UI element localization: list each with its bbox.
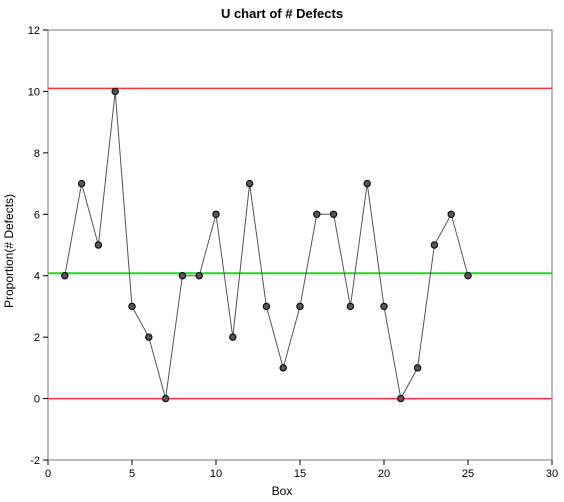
data-point	[162, 395, 168, 401]
data-point	[297, 303, 303, 309]
data-point	[448, 211, 454, 217]
y-tick-label: 2	[34, 332, 40, 344]
x-tick-label: 10	[210, 468, 222, 480]
y-tick-label: 6	[34, 209, 40, 221]
data-point	[112, 88, 118, 94]
plot-area: -2 0 2 4 6 8 10 12 0 5 10 15 20 25 30	[0, 0, 564, 502]
data-point	[381, 303, 387, 309]
data-point	[179, 273, 185, 279]
data-point	[146, 334, 152, 340]
data-point	[246, 180, 252, 186]
data-point	[62, 273, 68, 279]
data-point	[465, 273, 471, 279]
y-tick-label: 10	[28, 86, 40, 98]
y-tick-label: 12	[28, 25, 40, 37]
x-tick-label: 25	[462, 468, 474, 480]
x-tick-label: 20	[378, 468, 390, 480]
x-tick-label: 15	[294, 468, 306, 480]
data-point	[196, 273, 202, 279]
data-point	[398, 395, 404, 401]
x-tick-label: 0	[45, 468, 51, 480]
y-tick-label: 4	[34, 271, 40, 283]
x-tick-label: 30	[546, 468, 558, 480]
y-tick-label: 8	[34, 148, 40, 160]
data-point	[78, 180, 84, 186]
data-point	[263, 303, 269, 309]
data-point	[314, 211, 320, 217]
data-point	[330, 211, 336, 217]
x-tick-label: 5	[129, 468, 135, 480]
data-point	[95, 242, 101, 248]
y-tick-label: 0	[34, 394, 40, 406]
u-chart-container: U chart of # Defects Proportion(# Defect…	[0, 0, 564, 502]
data-point	[129, 303, 135, 309]
data-point	[347, 303, 353, 309]
data-point	[364, 180, 370, 186]
plot-frame	[48, 30, 552, 460]
data-point	[431, 242, 437, 248]
data-point	[213, 211, 219, 217]
data-point	[280, 365, 286, 371]
data-point	[230, 334, 236, 340]
data-point	[414, 365, 420, 371]
y-tick-label: -2	[30, 455, 40, 467]
